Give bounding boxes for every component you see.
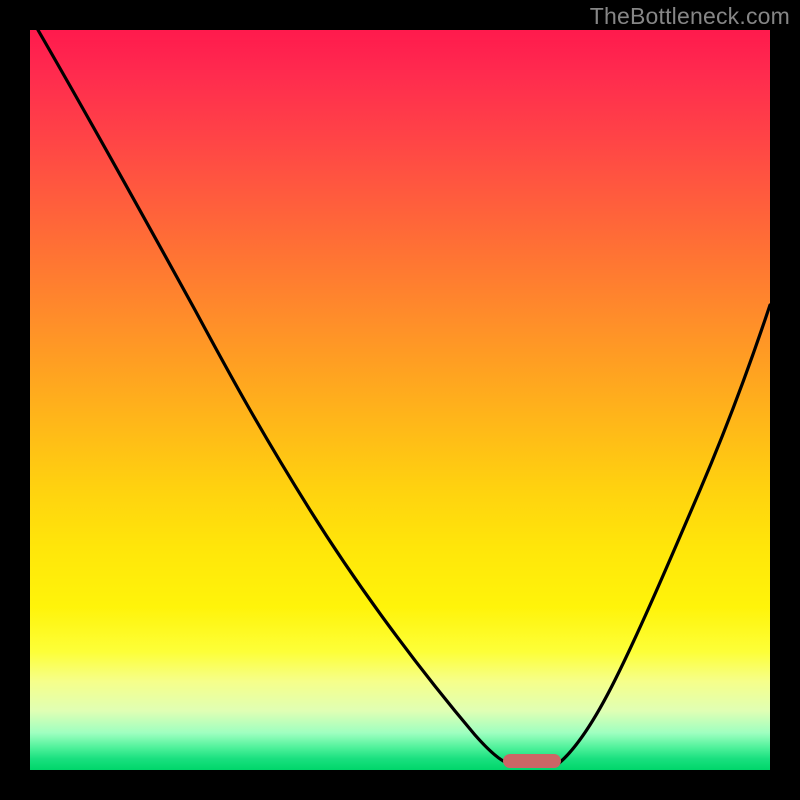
plot-area <box>30 30 770 770</box>
bottleneck-curve <box>30 30 770 770</box>
valley-marker <box>503 754 561 768</box>
chart-frame: TheBottleneck.com <box>0 0 800 800</box>
watermark-text: TheBottleneck.com <box>590 3 790 30</box>
